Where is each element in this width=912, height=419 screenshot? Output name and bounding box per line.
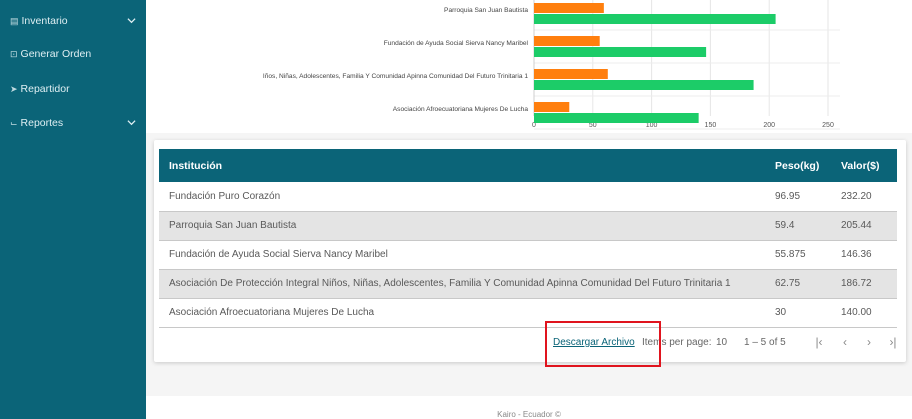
cell-institucion: Fundación Puro Corazón <box>159 182 765 212</box>
paginator: Descargar Archivo Items per page: 10 1 –… <box>154 335 906 359</box>
x-tick-label: 0 <box>532 122 536 129</box>
x-tick-label: 150 <box>705 122 717 129</box>
highlight-box <box>545 321 661 367</box>
category-label: Fundación de Ayuda Social Sierva Nancy M… <box>384 40 529 47</box>
cell-valor: 186.72 <box>831 269 897 299</box>
x-tick-label: 200 <box>763 122 775 129</box>
cell-valor: 146.36 <box>831 240 897 270</box>
column-header-valor[interactable]: Valor($) <box>831 149 897 182</box>
bar-chart: 0 50 100 150 200 250 Parroquia San Juan Bautis… <box>263 0 840 130</box>
cell-peso: 62.75 <box>765 269 831 299</box>
table-row: Fundación de Ayuda Social Sierva Nancy M… <box>159 240 897 270</box>
bar <box>534 113 699 123</box>
table-header-row: Institución Peso(kg) Valor($) <box>159 149 897 182</box>
table-row: Parroquia San Juan Bautista 59.4 205.44 <box>159 211 897 241</box>
sidebar-item-label: Reportes <box>20 117 64 129</box>
sidebar-item-label: Inventario <box>21 15 68 27</box>
table-card: Institución Peso(kg) Valor($) Fundación … <box>154 140 906 367</box>
footer-text: Kairo - Ecuador © <box>497 410 561 419</box>
warehouse-icon: ▤ <box>10 15 19 26</box>
chart-icon: ⌙ <box>10 117 18 128</box>
table-row: Asociación Afroecuatoriana Mujeres De Lu… <box>159 298 897 328</box>
sidebar-item-label: Generar Orden <box>20 48 92 60</box>
x-tick-label: 50 <box>589 122 597 129</box>
bar <box>534 102 570 112</box>
bar <box>534 36 600 46</box>
sidebar-item-generar-orden[interactable]: ⊡ Generar Orden <box>10 45 138 63</box>
sidebar-item-reportes[interactable]: ⌙ Reportes <box>10 114 138 132</box>
x-tick-label: 250 <box>822 122 834 129</box>
range-label: 1 – 5 of 5 <box>744 337 786 348</box>
chart-card: 0 50 100 150 200 250 Parroquia San Juan Bautis… <box>146 0 912 133</box>
footer: Kairo - Ecuador © <box>146 396 912 419</box>
cell-peso: 59.4 <box>765 211 831 241</box>
sidebar-item-inventario[interactable]: ▤ Inventario <box>10 12 138 30</box>
cell-valor: 140.00 <box>831 298 897 328</box>
cell-valor: 232.20 <box>831 182 897 212</box>
cell-valor: 205.44 <box>831 211 897 241</box>
category-label: Parroquia San Juan Bautista <box>444 7 528 14</box>
previous-page-icon[interactable]: ‹ <box>838 335 852 349</box>
bar <box>534 14 776 24</box>
bar <box>534 69 608 79</box>
bar <box>534 47 707 57</box>
bar <box>534 80 754 90</box>
cell-institucion: Asociación De Protección Integral Niños,… <box>159 269 765 299</box>
column-header-peso[interactable]: Peso(kg) <box>765 149 831 182</box>
bar <box>534 3 604 13</box>
last-page-icon[interactable]: ›| <box>886 335 900 349</box>
main-content: 0 50 100 150 200 250 Parroquia San Juan Bautis… <box>146 0 912 419</box>
sidebar-item-label: Repartidor <box>20 83 70 95</box>
order-icon: ⊡ <box>10 48 18 59</box>
x-tick-label: 100 <box>646 122 658 129</box>
cell-institucion: Asociación Afroecuatoriana Mujeres De Lu… <box>159 298 765 328</box>
category-label: Asociación Afroecuatoriana Mujeres De Lu… <box>393 106 529 113</box>
items-per-page-select[interactable]: 10 <box>716 337 727 348</box>
next-page-icon[interactable]: › <box>862 335 876 349</box>
cell-peso: 96.95 <box>765 182 831 212</box>
cell-institucion: Parroquia San Juan Bautista <box>159 211 765 241</box>
send-icon: ➤ <box>10 83 18 94</box>
category-label: Iños, Niñas, Adolescentes, Familia Y Com… <box>263 73 528 80</box>
chevron-down-icon <box>127 16 136 28</box>
chevron-down-icon <box>127 118 136 130</box>
cell-institucion: Fundación de Ayuda Social Sierva Nancy M… <box>159 240 765 270</box>
table-row: Asociación De Protección Integral Niños,… <box>159 269 897 299</box>
first-page-icon[interactable]: |‹ <box>812 335 826 349</box>
cell-peso: 30 <box>765 298 831 328</box>
column-header-institucion[interactable]: Institución <box>159 149 765 182</box>
data-table: Institución Peso(kg) Valor($) Fundación … <box>159 149 897 328</box>
sidebar: ▤ Inventario ⊡ Generar Orden ➤ Repartido… <box>0 0 146 419</box>
cell-peso: 55.875 <box>765 240 831 270</box>
sidebar-item-repartidor[interactable]: ➤ Repartidor <box>10 80 138 98</box>
table-row: Fundación Puro Corazón 96.95 232.20 <box>159 182 897 212</box>
